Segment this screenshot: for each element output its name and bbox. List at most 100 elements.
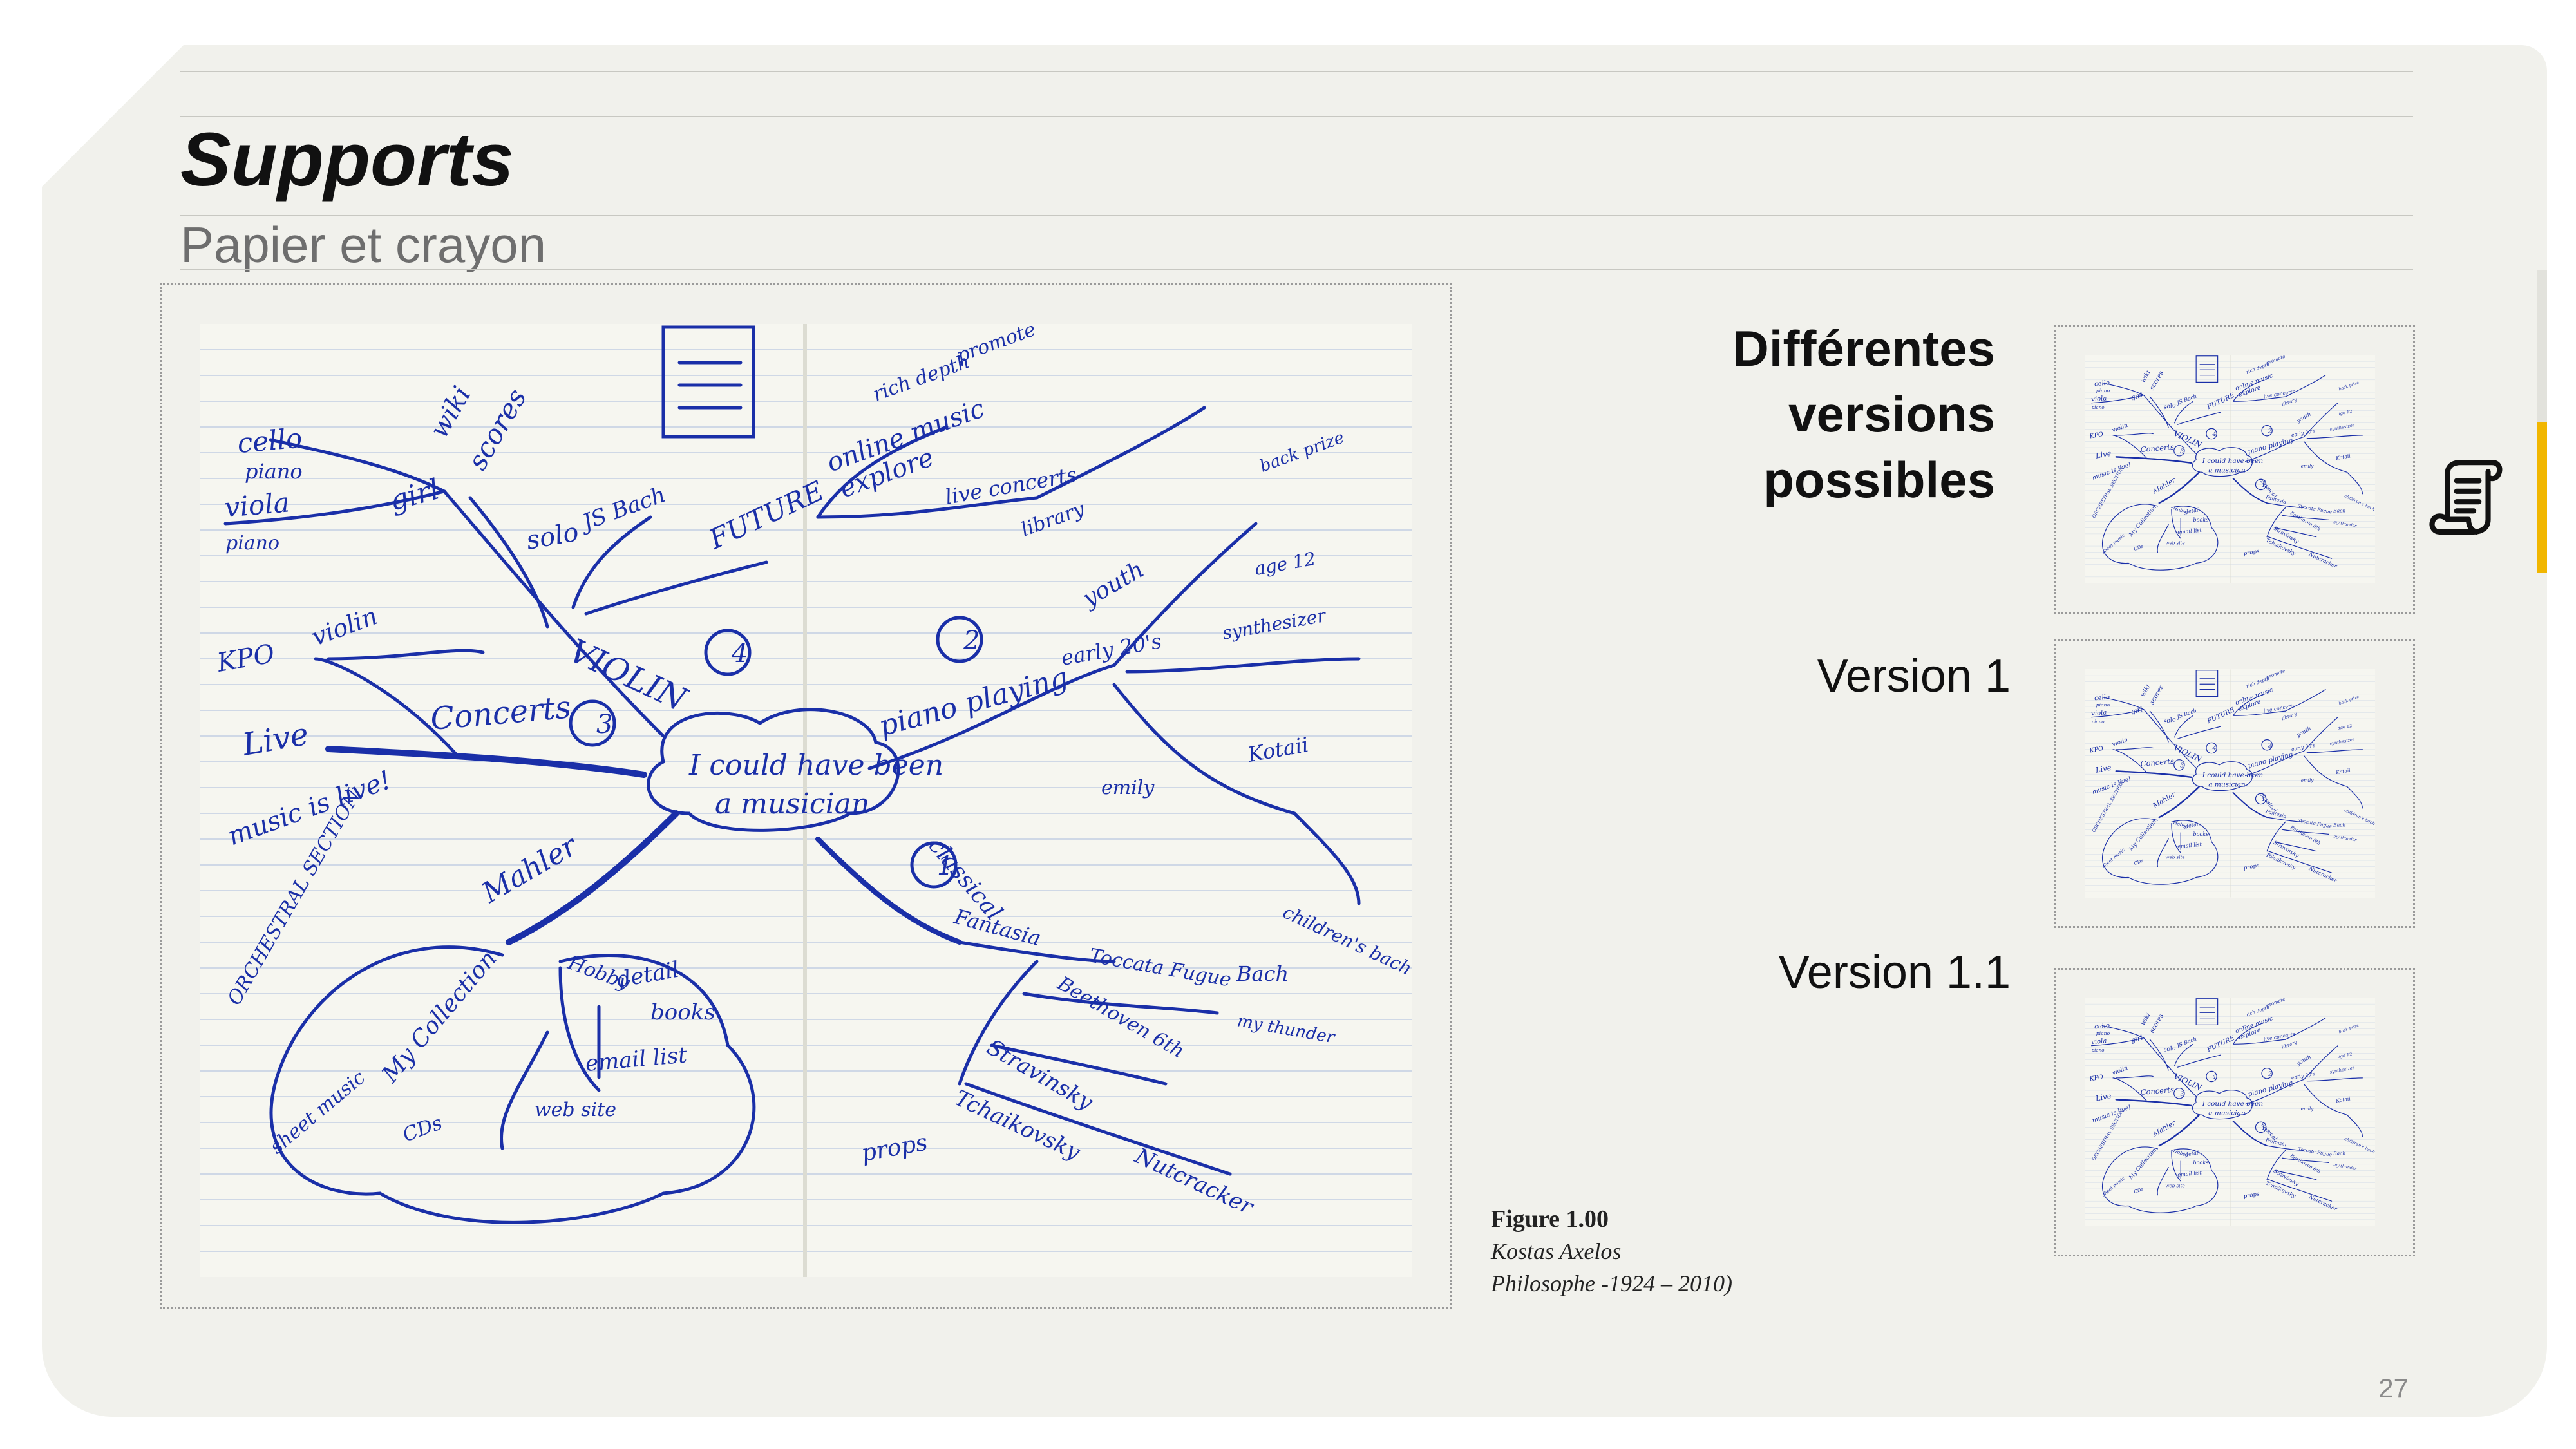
scrollbar-thumb[interactable] [2537, 422, 2547, 573]
mindmap-word: 3 [596, 710, 612, 739]
mindmap-word: sheet music [266, 1066, 370, 1159]
mindmap-word: sheet music [2101, 1175, 2126, 1198]
mindmap-word: solo [2163, 1045, 2177, 1054]
mindmap-word: cello [2094, 379, 2110, 388]
thumbnail-version-1[interactable]: cello piano viola piano wiki girl scores solo JS… [2054, 639, 2415, 928]
mindmap-word: viola [2091, 395, 2107, 403]
mindmap-word: Live [239, 716, 311, 763]
mindmap-word: my thunder [2333, 834, 2358, 842]
mindmap-word: rich depth [870, 350, 973, 406]
mindmap-word: Live [2094, 449, 2112, 460]
mindmap-word: 1 [937, 851, 953, 881]
mindmap-word: early 20's [1059, 629, 1164, 670]
mindmap-word: piano [2096, 1030, 2110, 1036]
mindmap-word: piano [245, 459, 303, 484]
mindmap-word: violin [2112, 422, 2129, 434]
mindmap-word: promote [2266, 998, 2286, 1009]
mindmap-word: promote [2266, 355, 2286, 366]
mindmap-word: piano [2096, 702, 2110, 708]
mindmap-word: library [2281, 1039, 2298, 1050]
mindmap-word: wiki [2139, 1012, 2152, 1027]
mindmap-word: web site [2165, 855, 2184, 860]
mindmap-word: web site [2165, 1183, 2184, 1189]
mindmap-word: synthesizer [1220, 605, 1328, 644]
mindmap-word: Concerts [2140, 1085, 2174, 1097]
mindmap-word: JS Bach [2175, 393, 2197, 406]
mindmap-word: violin [2112, 737, 2129, 748]
mindmap-word: piano [225, 532, 279, 554]
mindmap-center-text: I could have been [2202, 457, 2264, 465]
mindmap-word: live concerts [2263, 1031, 2295, 1042]
mindmap-word: FUTURE [2206, 392, 2236, 412]
mindmap-word: wiki [2139, 683, 2152, 698]
mindmap-word: viola [2091, 1037, 2107, 1046]
mindmap-word: sheet music [2101, 533, 2126, 555]
version-1-label: Version 1 [1817, 650, 2011, 702]
mindmap-word: Beethoven 6th [2289, 824, 2322, 846]
mindmap-word: solo [524, 517, 581, 555]
mindmap-word: cello [236, 422, 303, 459]
mindmap-word: piano playing [876, 661, 1072, 743]
mindmap-word: JS Bach [576, 482, 669, 536]
mindmap-word: 1 [2262, 482, 2266, 489]
mindmap-word: 3 [2180, 448, 2184, 455]
thumbnail-default[interactable]: cello piano viola piano wiki girl scores solo JS… [2054, 325, 2415, 614]
mindmap-word: library [2281, 710, 2298, 721]
mindmap-word: age 12 [1253, 548, 1317, 580]
figure-description: Philosophe -1924 – 2010) [1491, 1271, 1732, 1296]
mindmap-word: live concerts [2263, 703, 2295, 714]
mindmap-word: 2 [2268, 428, 2272, 435]
mindmap-word: 2 [2268, 1070, 2272, 1077]
mindmap-word: Nutcracker [2307, 1193, 2339, 1213]
thumbnail-image: cello piano viola piano wiki girl scores solo JS… [2085, 998, 2375, 1226]
mindmap-word: books [650, 999, 715, 1025]
mindmap-word: solo [2163, 402, 2177, 411]
mindmap-word: Concerts [429, 689, 573, 737]
figure-author: Kostas Axelos [1491, 1238, 1622, 1264]
versions-heading-line: possibles [1763, 451, 1995, 508]
mindmap-word: books [2193, 831, 2208, 837]
mindmap-word: piano playing [2247, 436, 2294, 455]
mindmap-word: girl [2130, 705, 2143, 715]
mindmap-word: props [2243, 1191, 2260, 1200]
mindmap-word: violin [2112, 1065, 2129, 1077]
scroll-document-icon[interactable] [2428, 457, 2506, 536]
mindmap-word: wiki [424, 381, 477, 443]
mindmap-word: JS Bach [2175, 707, 2197, 721]
mindmap-word: 4 [2212, 745, 2217, 752]
mindmap-word: CDs [2133, 543, 2144, 552]
mindmap-word: web site [535, 1099, 616, 1121]
versions-heading: Différentes versions possibles [1609, 316, 1995, 513]
mindmap-word: 4 [731, 639, 748, 668]
mindmap-word: FUTURE [2206, 706, 2236, 726]
mindmap-word: Nutcracker [2307, 865, 2339, 884]
thumbnail-image: cello piano viola piano wiki girl scores solo JS… [2085, 669, 2375, 898]
mindmap-word: piano playing [2247, 1079, 2294, 1098]
mindmap-drawing: cellopianoviolapianowikigirlscoressoloJS… [200, 324, 1412, 1277]
mindmap-word: VIOLIN [564, 632, 694, 719]
mindmap-word: Beethoven 6th [1053, 972, 1188, 1063]
mindmap-word: KPO [214, 639, 277, 678]
header-rule [180, 269, 2413, 270]
figure-number: Figure 1.00 [1491, 1206, 1609, 1233]
mindmap-word: Live [2094, 1092, 2112, 1103]
mindmap-word: piano playing [2247, 750, 2294, 770]
mindmap-word: emily [2301, 1106, 2315, 1112]
mindmap-word: VIOLIN [2172, 429, 2203, 450]
mindmap-word: 3 [2180, 762, 2184, 769]
mindmap-word: youth [1077, 556, 1148, 613]
thumbnail-version-1-1[interactable]: cello piano viola piano wiki girl scores solo JS… [2054, 968, 2415, 1256]
mindmap-word: My Collection [377, 945, 502, 1088]
mindmap-word: cello [2094, 1022, 2110, 1030]
mindmap-image: cello piano viola piano wiki girl scores solo JS… [200, 324, 1412, 1277]
mindmap-word: sheet music [2101, 847, 2126, 869]
mindmap-word: Nutcracker [1130, 1142, 1258, 1220]
mindmap-word: my thunder [2333, 1162, 2358, 1171]
mindmap-word: 4 [2212, 431, 2217, 438]
mindmap-word: music is live! [2091, 461, 2132, 482]
mindmap-word: KPO [2088, 745, 2104, 755]
mindmap-word: cello [2094, 694, 2110, 702]
mindmap-word: piano [2092, 404, 2105, 410]
mindmap-word: music is live! [2091, 775, 2132, 796]
mindmap-word: books [2193, 516, 2208, 523]
